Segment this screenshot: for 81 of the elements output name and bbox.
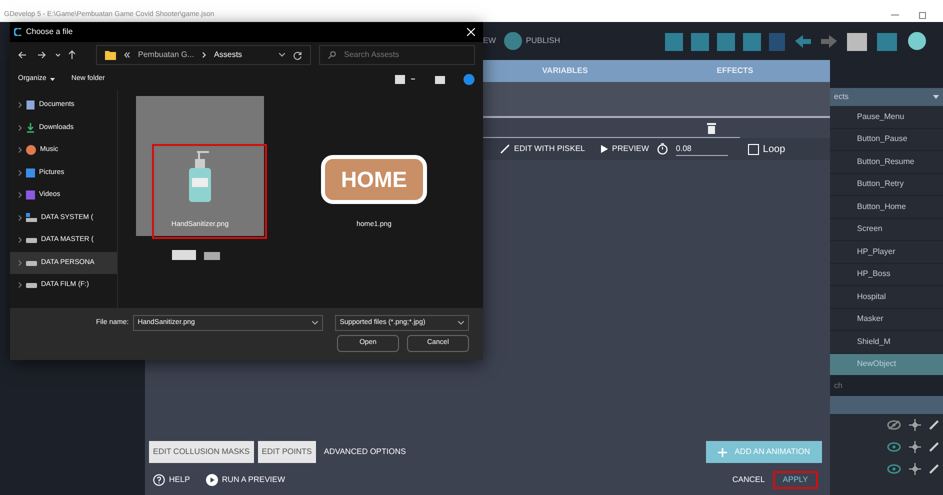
chevron-icon[interactable] — [18, 102, 22, 108]
object-item[interactable]: HP_Player — [830, 241, 943, 264]
publish-button[interactable]: PUBLISH — [504, 32, 560, 50]
caret-icon[interactable] — [279, 53, 285, 57]
drive-icon — [26, 213, 37, 222]
document-icon — [26, 100, 35, 110]
chevron-icon[interactable] — [18, 282, 22, 288]
trash-icon[interactable] — [707, 122, 716, 134]
double-chevron-icon — [124, 52, 130, 58]
chevron-icon[interactable] — [18, 170, 22, 176]
object-item[interactable]: Button_Retry — [830, 174, 943, 196]
chevron-icon[interactable] — [18, 214, 22, 221]
toolbar-label[interactable]: EW — [483, 35, 496, 47]
drive-icon — [26, 237, 37, 244]
help-button[interactable]: HELP — [153, 474, 190, 486]
apply-button[interactable]: APPLY — [772, 471, 818, 489]
search-field[interactable]: ch — [830, 376, 943, 396]
eye-icon[interactable] — [887, 464, 901, 474]
object-item[interactable]: Masker — [830, 308, 943, 331]
sanitizer-bottle-drawing — [187, 150, 213, 204]
music-icon — [26, 145, 36, 156]
search-field[interactable]: Search Assests — [319, 45, 475, 65]
app-logo-icon — [14, 28, 22, 36]
brush-icon — [500, 144, 510, 154]
loop-checkbox[interactable]: Loop — [748, 142, 786, 156]
chevron-icon[interactable] — [18, 147, 22, 154]
move-icon[interactable] — [909, 441, 921, 453]
breadcrumb[interactable]: Assests — [214, 49, 242, 61]
chevron-icon[interactable] — [18, 260, 22, 266]
dialog-title: Choose a file — [26, 26, 73, 38]
edit-with-piskel-button[interactable]: EDIT WITH PISKEL — [500, 143, 585, 155]
drive-icon — [26, 260, 37, 266]
object-item[interactable]: Button_Pause — [830, 128, 943, 151]
preview-button[interactable]: PREVIEW — [600, 143, 649, 155]
address-bar[interactable]: Pembuatan G... Assests — [96, 45, 311, 65]
view-icons-drawing[interactable] — [395, 74, 475, 84]
cancel-button[interactable]: CANCEL — [732, 474, 765, 486]
object-item[interactable]: HP_Boss — [830, 264, 943, 286]
breadcrumb[interactable]: Pembuatan G... — [138, 49, 194, 61]
play-icon — [600, 145, 608, 153]
caret-icon — [312, 321, 318, 325]
timer-icon — [656, 143, 668, 155]
object-item[interactable]: Screen — [830, 218, 943, 241]
search-icon — [328, 51, 336, 59]
object-item[interactable]: Button_Home — [830, 196, 943, 218]
object-item[interactable]: Pause_Menu — [830, 106, 943, 128]
chevron-icon[interactable] — [18, 192, 22, 198]
picture-icon — [26, 168, 35, 178]
run-preview-button[interactable]: RUN A PREVIEW — [206, 474, 286, 486]
action-button[interactable]: EDIT POINTS — [258, 441, 316, 463]
search-placeholder: Search Assests — [344, 49, 400, 61]
caret-icon — [50, 78, 56, 80]
object-item[interactable]: Button_Resume — [830, 151, 943, 174]
chevron-icon — [202, 52, 206, 58]
globe-icon — [504, 32, 522, 50]
object-item[interactable]: Hospital — [830, 286, 943, 308]
chevron-icon[interactable] — [18, 124, 22, 131]
download-icon — [26, 122, 35, 133]
play-icon — [206, 474, 218, 486]
caret-icon — [458, 321, 464, 325]
action-button[interactable]: ADVANCED OPTIONS — [320, 441, 410, 463]
refresh-icon[interactable] — [293, 50, 302, 60]
caret-icon[interactable] — [933, 95, 939, 99]
panel-title: ects — [834, 91, 849, 103]
move-icon[interactable] — [909, 463, 921, 475]
eye-hidden-icon[interactable] — [887, 420, 901, 430]
restore-icon[interactable] — [919, 11, 927, 19]
timing-field[interactable]: 0.08 — [676, 142, 728, 156]
pencil-icon[interactable] — [929, 464, 939, 474]
pencil-icon[interactable] — [929, 420, 939, 430]
video-icon — [26, 190, 35, 200]
home-graphic: HOME — [321, 154, 427, 204]
help-icon — [153, 474, 165, 486]
action-button[interactable]: EDIT COLLUSION MASKS — [149, 441, 254, 463]
plus-icon — [718, 448, 727, 456]
move-icon[interactable] — [909, 419, 921, 431]
drive-icon — [26, 282, 37, 288]
close-icon[interactable] — [467, 28, 475, 36]
eye-icon[interactable] — [887, 442, 901, 452]
chevron-icon[interactable] — [18, 237, 22, 244]
pencil-icon[interactable] — [929, 442, 939, 452]
